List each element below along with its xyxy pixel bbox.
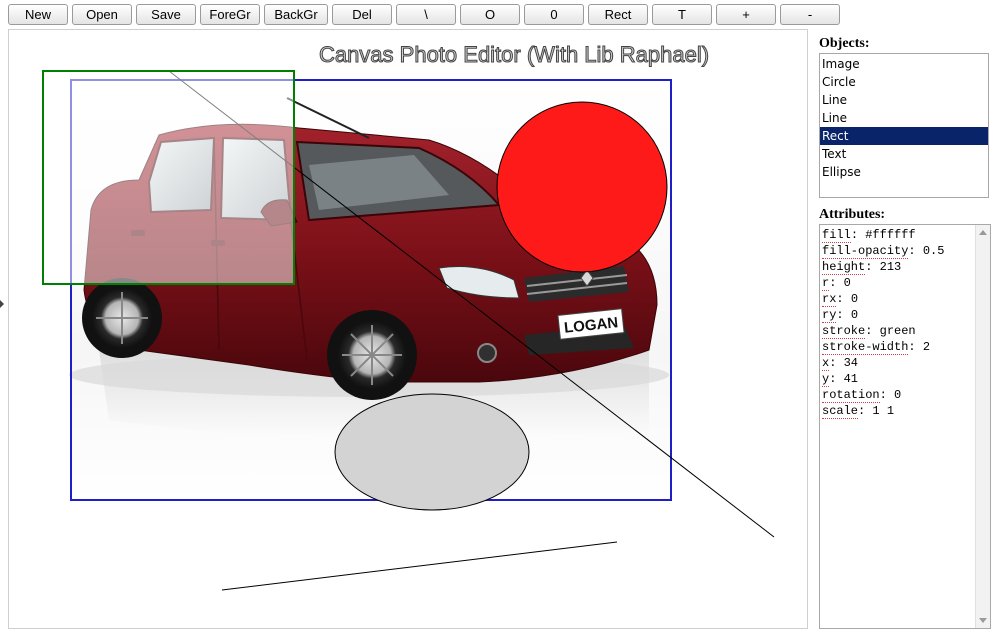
new-button[interactable]: New <box>8 4 68 25</box>
attribute-value: 2 <box>922 340 931 354</box>
attribute-row: scale: 1 1 <box>822 404 895 419</box>
drawing-canvas[interactable]: LOGAN Canvas Photo Editor (With Lib Raph… <box>8 29 808 629</box>
objects-list[interactable]: Image Circle Line Line Rect Text Ellipse <box>819 53 989 198</box>
attribute-value: 0 <box>894 388 902 402</box>
attribute-row: fill: #ffffff <box>822 228 916 243</box>
collapse-arrow-icon[interactable] <box>0 300 4 308</box>
objects-item-circle[interactable]: Circle <box>820 73 988 91</box>
circle-shape[interactable] <box>496 101 668 273</box>
attribute-key: fill-opacity <box>822 244 909 259</box>
scroll-up-icon[interactable] <box>979 230 987 235</box>
attribute-value: 41 <box>843 372 859 386</box>
attribute-key: fill <box>822 228 851 243</box>
attributes-textarea[interactable]: fill: #ffffff fill-opacity: 0.5 height: … <box>819 224 991 629</box>
attribute-value: 213 <box>879 260 902 274</box>
attribute-row: ry: 0 <box>822 308 859 323</box>
attribute-row: rx: 0 <box>822 292 859 307</box>
attribute-row: y: 41 <box>822 372 859 387</box>
foreground-button[interactable]: ForeGr <box>200 4 260 25</box>
attribute-row: fill-opacity: 0.5 <box>822 244 945 259</box>
zoom-in-button[interactable]: + <box>716 4 776 25</box>
objects-item-rect[interactable]: Rect <box>820 127 988 145</box>
attribute-key: stroke <box>822 324 866 339</box>
attribute-key: x <box>822 356 830 371</box>
attribute-key: rx <box>822 292 837 307</box>
attribute-value: 0 <box>850 292 859 306</box>
attribute-row: height: 213 <box>822 260 902 275</box>
attribute-row: r: 0 <box>822 276 851 291</box>
attributes-scrollbar[interactable] <box>975 225 990 628</box>
attribute-row: rotation: 0 <box>822 388 902 403</box>
objects-item-image[interactable]: Image <box>820 55 988 73</box>
canvas-title-text[interactable]: Canvas Photo Editor (With Lib Raphael) <box>318 42 709 68</box>
objects-item-line[interactable]: Line <box>820 91 988 109</box>
scroll-down-icon[interactable] <box>979 618 987 623</box>
attribute-key: r <box>822 276 830 291</box>
draw-ellipse-button[interactable]: 0 <box>524 4 584 25</box>
rect-shape[interactable] <box>42 70 295 285</box>
line-shape[interactable] <box>221 541 618 591</box>
draw-line-button[interactable]: \ <box>396 4 456 25</box>
attribute-value: 1 1 <box>872 404 895 418</box>
canvas-svg: LOGAN Canvas Photo Editor (With Lib Raph… <box>42 42 775 591</box>
attribute-key: scale <box>822 404 859 419</box>
attribute-key: ry <box>822 308 837 323</box>
attribute-value: 0.5 <box>922 244 945 258</box>
ellipse-shape[interactable] <box>334 393 530 511</box>
attribute-row: x: 34 <box>822 356 859 371</box>
objects-item-line[interactable]: Line <box>820 109 988 127</box>
objects-title: Objects: <box>819 36 870 51</box>
draw-text-button[interactable]: T <box>652 4 712 25</box>
attribute-key: stroke-width <box>822 340 909 355</box>
objects-item-ellipse[interactable]: Ellipse <box>820 163 988 181</box>
zoom-out-button[interactable]: - <box>780 4 840 25</box>
attribute-value: #ffffff <box>865 228 916 242</box>
draw-rect-button[interactable]: Rect <box>588 4 648 25</box>
attribute-key: rotation <box>822 388 880 403</box>
attribute-key: height <box>822 260 866 275</box>
attribute-value: green <box>879 324 916 338</box>
attributes-content: fill: #ffffff fill-opacity: 0.5 height: … <box>822 227 972 419</box>
attribute-row: stroke: green <box>822 324 916 339</box>
attribute-value: 34 <box>843 356 859 370</box>
objects-item-text[interactable]: Text <box>820 145 988 163</box>
attributes-title: Attributes: <box>819 207 886 222</box>
attribute-value: 0 <box>850 308 859 322</box>
draw-circle-button[interactable]: O <box>460 4 520 25</box>
background-button[interactable]: BackGr <box>264 4 328 25</box>
open-button[interactable]: Open <box>72 4 132 25</box>
attribute-row: stroke-width: 2 <box>822 340 931 355</box>
delete-button[interactable]: Del <box>332 4 392 25</box>
attribute-key: y <box>822 372 830 387</box>
attribute-value: 0 <box>843 276 851 290</box>
save-button[interactable]: Save <box>136 4 196 25</box>
